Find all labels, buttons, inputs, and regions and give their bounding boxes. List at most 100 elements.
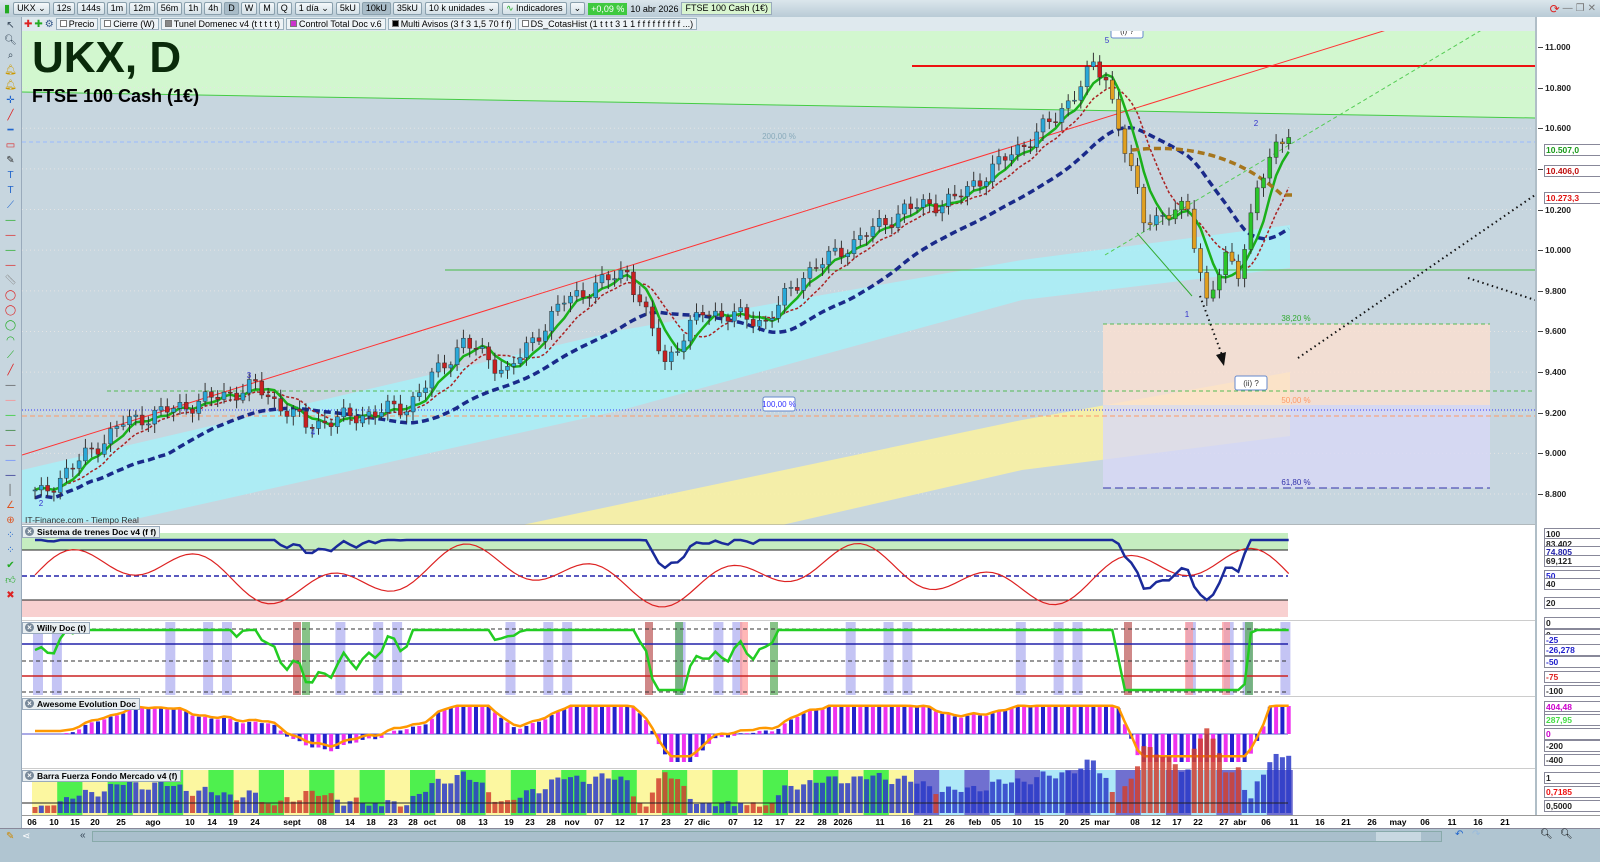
sep-icon[interactable]: — <box>4 245 18 257</box>
arc-icon[interactable]: ◠ <box>4 335 18 347</box>
candle <box>977 180 983 187</box>
barra-bar <box>870 775 876 813</box>
zoom-in-icon[interactable]: 🔍︎ <box>1560 829 1573 840</box>
willy-stripe <box>392 622 403 695</box>
ellipse-icon[interactable]: ◯ <box>4 320 18 332</box>
barra-bar <box>1198 738 1203 813</box>
panel-title-awesome[interactable]: Awesome Evolution Doc <box>22 698 141 710</box>
period-56m[interactable]: 56m <box>156 2 183 15</box>
sep-icon[interactable]: — <box>4 215 18 227</box>
barra-bar <box>631 796 636 813</box>
period-M[interactable]: M <box>259 2 275 15</box>
alert-icon[interactable]: 🔔︎ <box>4 65 18 77</box>
candle <box>158 406 164 411</box>
chart-icon[interactable]: ▮ <box>4 2 10 15</box>
text2-icon[interactable]: T <box>4 185 18 197</box>
minimize-icon[interactable]: — <box>1563 3 1573 14</box>
zoom-icon[interactable]: 🔍︎ <box>4 35 18 47</box>
text-icon[interactable]: T <box>4 170 18 182</box>
legend-tab[interactable]: Multi Avisos (3 f 3 1,5 70 f f) <box>387 18 516 30</box>
sep-icon[interactable]: — <box>4 425 18 437</box>
sep-icon[interactable]: — <box>4 470 18 482</box>
units-35kU[interactable]: 35kU <box>392 2 422 15</box>
horizontal-scrollbar[interactable] <box>92 831 1442 842</box>
settings-icon[interactable]: ⚙ <box>45 19 54 30</box>
add-green-icon[interactable]: ✚ <box>34 19 42 30</box>
pencil-icon[interactable]: ✎ <box>6 831 14 842</box>
delete-icon[interactable]: ✖ <box>4 590 18 602</box>
timeframe-select[interactable]: 1 día ⌄ <box>294 2 333 15</box>
sep-icon[interactable]: — <box>4 260 18 272</box>
symbol-select[interactable]: UKX ⌄ <box>13 2 50 15</box>
panel-title-trenes[interactable]: Sistema de trenes Doc v4 (f f) <box>22 526 161 538</box>
refresh-icon[interactable]: ⟳ <box>1550 2 1560 16</box>
ruler2-icon[interactable]: 📏︎ <box>4 275 18 287</box>
legend-tab[interactable]: Control Total Doc v.6 <box>285 18 386 30</box>
close-icon[interactable]: ✕ <box>1588 3 1600 14</box>
target-icon[interactable]: ⊕ <box>4 515 18 527</box>
period-12m[interactable]: 12m <box>129 2 155 15</box>
cursor-icon[interactable]: ↖ <box>4 20 18 32</box>
zoom-out-icon[interactable]: 🔍︎ <box>1540 829 1553 840</box>
awesome-bar <box>102 719 107 734</box>
period-1h[interactable]: 1h <box>184 2 203 15</box>
sep-icon[interactable]: — <box>4 440 18 452</box>
sep-icon[interactable]: — <box>4 410 18 422</box>
price-axis[interactable]: 11.00010.80010.60010.40010.20010.0009.80… <box>1535 17 1600 815</box>
sep-icon[interactable]: — <box>4 455 18 467</box>
restore-icon[interactable]: ❐ <box>1576 3 1585 14</box>
circle-icon[interactable]: ◯ <box>4 290 18 302</box>
units-10kU[interactable]: 10kU <box>361 2 391 15</box>
period-1m[interactable]: 1m <box>106 2 128 15</box>
crosshair-icon[interactable]: ✛ <box>4 95 18 107</box>
candle <box>1065 100 1071 109</box>
candle <box>89 447 94 450</box>
pencil-icon[interactable]: ✎ <box>4 155 18 167</box>
price-chart[interactable]: 5 (i) ? 2 1 (ii) ? 3 4 2 200,00 % 100,00 % 38,20 %… <box>22 31 1535 815</box>
units-5kU[interactable]: 5kU <box>335 2 360 15</box>
candle <box>221 391 227 400</box>
date-axis[interactable]: 06 10 15 20 25 ago 10 14 19 24 sept 08 14 18 23 28 oct 08… <box>22 815 1600 828</box>
hline-icon[interactable]: ━ <box>4 125 18 137</box>
add-red-icon[interactable]: ✚ <box>24 19 32 30</box>
rect-icon[interactable]: ▭ <box>4 140 18 152</box>
redo-icon[interactable]: ↷ <box>1472 829 1480 840</box>
undo-icon[interactable]: ↶ <box>1455 829 1463 840</box>
period-W[interactable]: W <box>240 2 258 15</box>
sep-icon[interactable]: — <box>4 380 18 392</box>
indicators-dropdown[interactable]: ⌄ <box>569 2 586 15</box>
line-red-icon[interactable]: ╱ <box>4 365 18 377</box>
line-icon[interactable]: ╱ <box>4 110 18 122</box>
period-Q[interactable]: Q <box>276 2 292 15</box>
bell-icon[interactable]: 🔔︎ <box>4 80 18 92</box>
panel-title-barra[interactable]: Barra Fuerza Fondo Mercado v4 (f) <box>22 770 182 782</box>
barra-bar <box>435 778 441 813</box>
period-144s[interactable]: 144s <box>77 2 105 15</box>
period-4h[interactable]: 4h <box>204 2 223 15</box>
thumb-icon[interactable]: 👍︎ <box>4 575 18 587</box>
indicators-button[interactable]: ∿ Indicadores <box>501 2 567 15</box>
legend-tab[interactable]: Tunel Domenec v4 (t t t t t) <box>160 18 284 30</box>
fan-icon[interactable]: ⟋ <box>4 350 18 362</box>
awesome-bar <box>1173 734 1178 762</box>
period-D[interactable]: D <box>224 2 239 15</box>
share-icon[interactable]: ⋖ <box>22 831 30 842</box>
sep-icon[interactable]: — <box>4 395 18 407</box>
check-icon[interactable]: ✔ <box>4 560 18 572</box>
units-select[interactable]: 10 k unidades ⌄ <box>424 2 499 15</box>
ruler-icon[interactable]: ⟋ <box>4 200 18 212</box>
sep-icon[interactable]: — <box>4 230 18 242</box>
legend-tab[interactable]: Precio <box>55 18 99 30</box>
period-12s[interactable]: 12s <box>52 2 76 15</box>
zoom-area-icon[interactable]: ⌕ <box>4 50 18 62</box>
scroll-left-icon[interactable]: « <box>80 830 86 841</box>
vline-icon[interactable]: │ <box>4 485 18 497</box>
legend-tab[interactable]: DS_CotasHist (1 t t t 3 1 1 f f f f f f … <box>517 18 698 30</box>
panel-title-willy[interactable]: Willy Doc (t) <box>22 622 91 634</box>
waves2-icon[interactable]: ⁘ <box>4 545 18 557</box>
legend-tab[interactable]: Cierre (W) <box>100 18 159 30</box>
waves-icon[interactable]: ⁘ <box>4 530 18 542</box>
circle2-icon[interactable]: ◯ <box>4 305 18 317</box>
angle-icon[interactable]: ∠ <box>4 500 18 512</box>
barra-bar <box>687 798 693 813</box>
